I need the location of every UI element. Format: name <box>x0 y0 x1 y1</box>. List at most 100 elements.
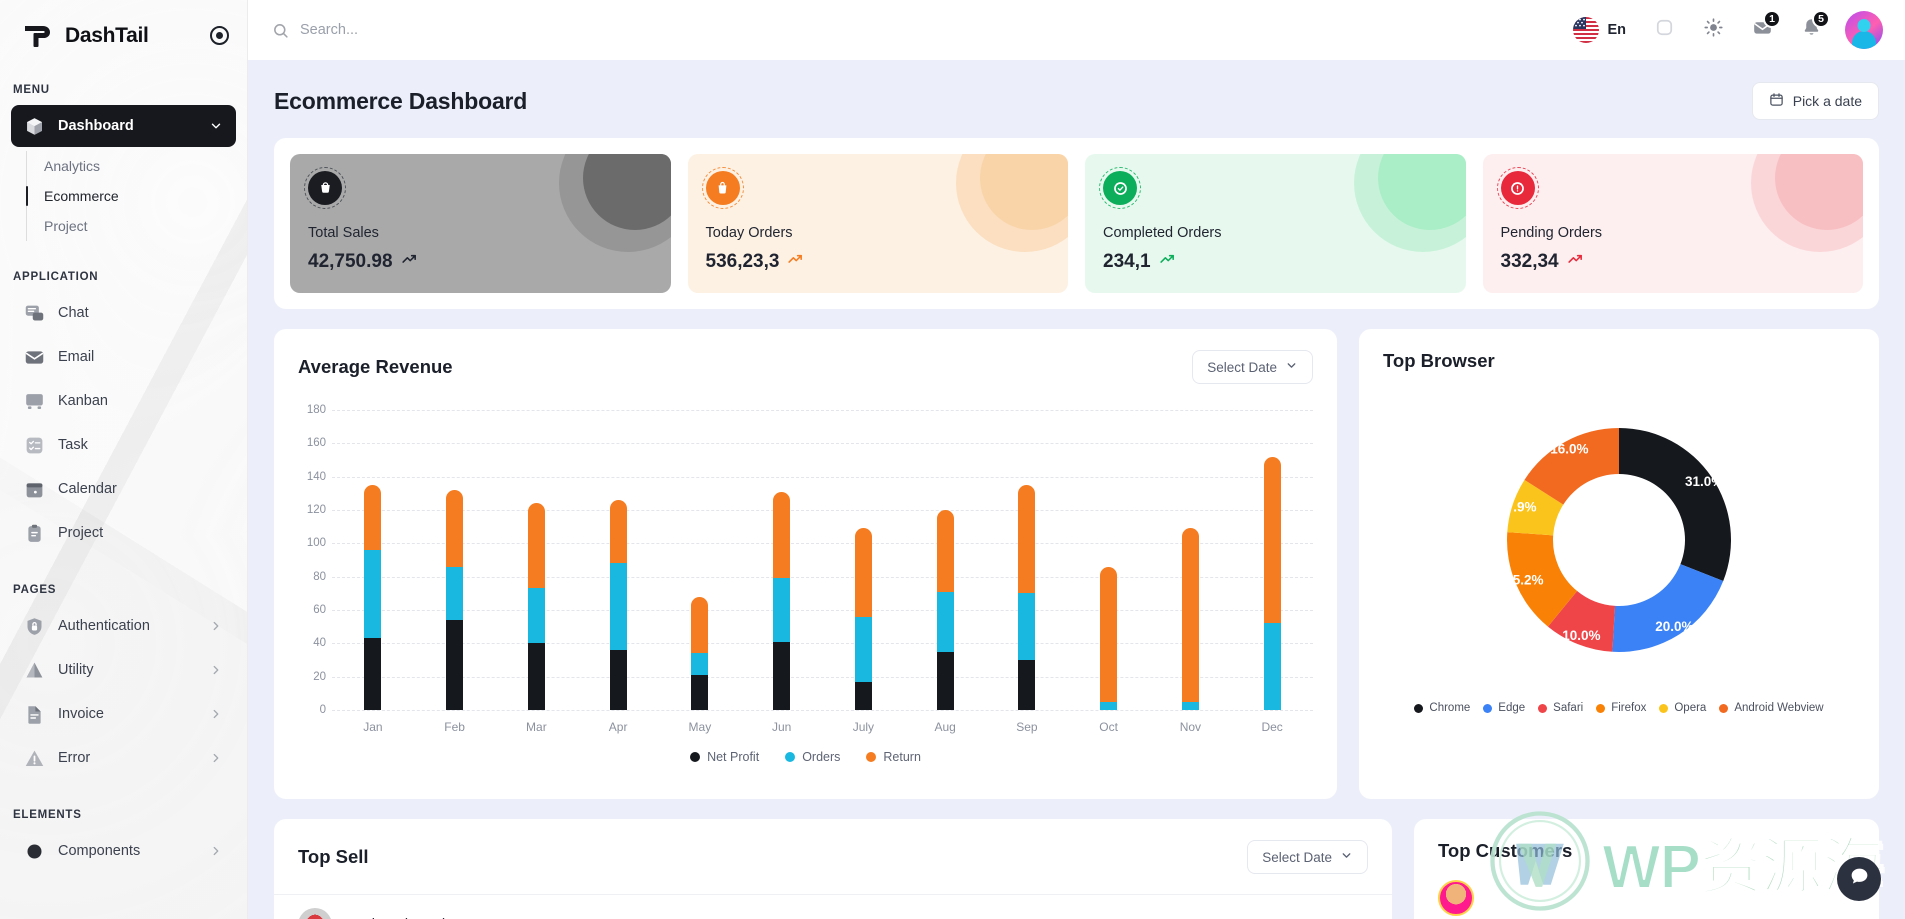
y-axis-tick: 180 <box>306 404 326 416</box>
stacked-bar[interactable] <box>527 503 545 710</box>
sidebar-subitem-analytics[interactable]: Analytics <box>44 151 247 181</box>
stacked-bar[interactable] <box>936 510 954 710</box>
bar-segment <box>773 491 791 579</box>
legend-dot <box>690 752 701 762</box>
bar-segment <box>1181 528 1199 702</box>
stat-card-completed-orders[interactable]: Completed Orders 234,1 <box>1085 154 1466 293</box>
bar-slot[interactable] <box>1231 410 1313 710</box>
sidebar-caption-application: APPLICATION <box>13 271 99 283</box>
stat-label: Today Orders <box>705 225 793 241</box>
sidebar-item-email[interactable]: Email <box>11 336 236 378</box>
stacked-bar[interactable] <box>1181 528 1199 710</box>
search-box[interactable] <box>272 22 1551 39</box>
sidebar-item-components[interactable]: Components <box>11 830 236 872</box>
sidebar-item-project[interactable]: Project <box>11 512 236 554</box>
sidebar-item-calendar[interactable]: Calendar <box>11 468 236 510</box>
bar-slot[interactable] <box>823 410 905 710</box>
legend-item[interactable]: Net Profit <box>690 750 759 764</box>
average-revenue-card: Average Revenue Select Date 0 20 40 60 80 100… <box>274 329 1337 799</box>
stat-card-today-orders[interactable]: Today Orders 536,23,3 <box>687 154 1068 293</box>
fullscreen-button[interactable] <box>1643 9 1685 51</box>
bar-segment <box>446 566 464 620</box>
notifications-button[interactable]: 5 <box>1790 9 1832 51</box>
x-axis-tick: Mar <box>526 720 547 734</box>
avatar[interactable] <box>1845 11 1883 49</box>
chevron-down-icon <box>1340 849 1353 865</box>
stat-label: Pending Orders <box>1500 225 1603 241</box>
bar-slot[interactable] <box>659 410 741 710</box>
legend-item[interactable]: Opera <box>1659 702 1706 714</box>
sidebar-collapse-icon[interactable] <box>210 26 229 45</box>
bar-slot[interactable] <box>332 410 414 710</box>
stacked-bar[interactable] <box>364 485 382 710</box>
bar-slot[interactable] <box>414 410 496 710</box>
bar-slot[interactable] <box>741 410 823 710</box>
sidebar-item-task[interactable]: Task <box>11 424 236 466</box>
sidebar-item-chat[interactable]: Chat <box>11 292 236 334</box>
legend-item[interactable]: Orders <box>785 750 840 764</box>
sidebar-item-utility[interactable]: Utility <box>11 649 236 691</box>
search-input[interactable] <box>300 22 640 38</box>
kanban-icon <box>24 391 45 412</box>
pick-a-date-button[interactable]: Pick a date <box>1751 82 1879 120</box>
sidebar-item-dashboard[interactable]: Dashboard <box>11 105 236 147</box>
sidebar-item-label: Chat <box>58 305 89 321</box>
donut-slice[interactable] <box>1612 564 1724 652</box>
legend-item[interactable]: Return <box>866 750 921 764</box>
y-axis-tick: 80 <box>313 570 326 583</box>
invoice-icon <box>24 704 45 725</box>
y-axis-tick: 100 <box>306 537 326 550</box>
donut-slice-label: 31.0% <box>1685 474 1723 489</box>
stacked-bar[interactable] <box>1100 566 1118 710</box>
legend-item[interactable]: Android Webview <box>1719 702 1824 714</box>
bar-slot[interactable] <box>1150 410 1232 710</box>
legend-item[interactable]: Firefox <box>1596 702 1646 714</box>
trend-up-icon <box>401 250 418 273</box>
stacked-bar[interactable] <box>446 490 464 710</box>
stat-card-pending-orders[interactable]: Pending Orders 332,34 <box>1482 154 1863 293</box>
brand[interactable]: DashTail <box>0 0 247 54</box>
legend-label: Safari <box>1553 702 1584 714</box>
stacked-bar[interactable] <box>1263 456 1281 710</box>
bar-segment <box>1100 566 1118 702</box>
select-date-dropdown-revenue[interactable]: Select Date <box>1192 350 1313 384</box>
bar-slot[interactable] <box>577 410 659 710</box>
stacked-bar[interactable] <box>854 528 872 710</box>
stat-label: Completed Orders <box>1103 225 1222 241</box>
stacked-bar[interactable] <box>773 491 791 710</box>
chart-legend: Net Profit Orders Return <box>274 750 1337 764</box>
legend-item[interactable]: Safari <box>1538 702 1583 714</box>
bar-slot[interactable] <box>986 410 1068 710</box>
page-title: Ecommerce Dashboard <box>274 87 528 114</box>
legend-item[interactable]: Edge <box>1483 702 1525 714</box>
bar-slot[interactable] <box>904 410 986 710</box>
top-sell-card: Top Sell Select Date Apple red watch <box>274 819 1392 919</box>
sidebar-subitem-ecommerce[interactable]: Ecommerce <box>25 181 247 211</box>
theme-toggle-button[interactable] <box>1692 9 1734 51</box>
stacked-bar[interactable] <box>691 596 709 710</box>
sidebar-item-kanban[interactable]: Kanban <box>11 380 236 422</box>
bar-segment <box>1181 701 1199 710</box>
bar-segment <box>936 591 954 652</box>
list-item[interactable]: Apple red watch <box>274 895 1392 919</box>
select-date-label: Select Date <box>1262 849 1332 865</box>
stat-value-row: 234,1 <box>1103 250 1448 273</box>
language-selector[interactable]: En <box>1563 9 1636 51</box>
sidebar-item-authentication[interactable]: Authentication <box>11 605 236 647</box>
bar-slot[interactable] <box>1068 410 1150 710</box>
sidebar-subitem-project[interactable]: Project <box>44 211 247 241</box>
stacked-bar[interactable] <box>609 500 627 710</box>
messages-button[interactable]: 1 <box>1741 9 1783 51</box>
stat-card-total-sales[interactable]: Total Sales 42,750.98 <box>290 154 671 293</box>
legend-item[interactable]: Chrome <box>1414 702 1470 714</box>
chat-fab-button[interactable] <box>1837 857 1881 901</box>
stacked-bar[interactable] <box>1018 485 1036 710</box>
bar-segment <box>1100 701 1118 710</box>
select-date-dropdown-topsell[interactable]: Select Date <box>1247 840 1368 874</box>
donut-slice[interactable] <box>1619 428 1731 582</box>
sidebar-item-error[interactable]: Error <box>11 737 236 779</box>
sidebar-item-invoice[interactable]: Invoice <box>11 693 236 735</box>
bar-slot[interactable] <box>496 410 578 710</box>
bar-segment <box>364 485 382 551</box>
sidebar-caption-pages: PAGES <box>13 584 57 596</box>
